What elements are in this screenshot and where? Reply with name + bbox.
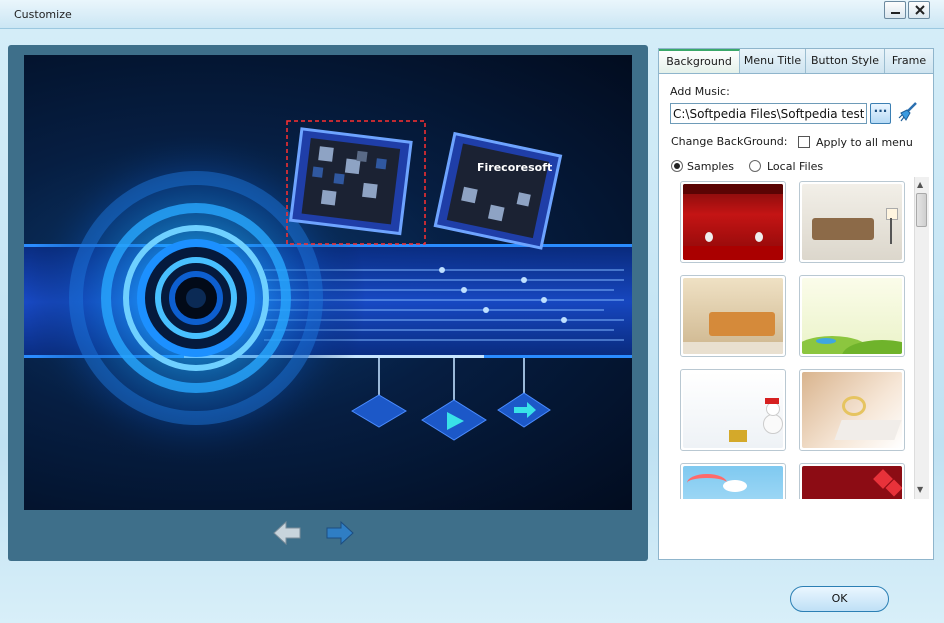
preview-artwork bbox=[24, 120, 632, 468]
close-button[interactable] bbox=[908, 1, 930, 19]
thumbnail-beige-sofa-room[interactable] bbox=[799, 181, 905, 263]
thumbnail-snowman-gifts[interactable] bbox=[680, 369, 786, 451]
thumbnail-red-curtain-stage[interactable] bbox=[680, 181, 786, 263]
tab-menu-title[interactable]: Menu Title bbox=[740, 49, 806, 73]
thumbnail-scrollbar[interactable]: ▲ ▼ bbox=[914, 177, 929, 499]
tab-background[interactable]: Background bbox=[659, 49, 740, 73]
menu-preview: Firecoresoft bbox=[24, 55, 632, 510]
scroll-up-icon[interactable]: ▲ bbox=[917, 180, 923, 189]
thumbnail-orange-sofa-room[interactable] bbox=[680, 275, 786, 357]
change-background-label: Change BackGround: bbox=[671, 135, 788, 148]
background-thumbnail-grid bbox=[668, 177, 913, 499]
ok-button[interactable]: OK bbox=[790, 586, 889, 612]
scroll-down-icon[interactable]: ▼ bbox=[917, 485, 923, 494]
local-files-radio[interactable] bbox=[749, 160, 761, 172]
browse-music-button[interactable]: ··· bbox=[870, 103, 891, 124]
close-icon bbox=[915, 5, 925, 15]
title-bar: Customize bbox=[0, 0, 944, 29]
clear-music-button[interactable] bbox=[897, 101, 919, 123]
settings-panel: Background Menu Title Button Style Frame… bbox=[658, 48, 934, 560]
arrow-left-icon bbox=[273, 520, 301, 546]
samples-radio[interactable] bbox=[671, 160, 683, 172]
thumbnail-red-hearts[interactable] bbox=[799, 463, 905, 499]
music-path-input[interactable] bbox=[670, 103, 867, 124]
tab-bar: Background Menu Title Button Style Frame bbox=[659, 49, 933, 74]
apply-all-checkbox[interactable] bbox=[798, 136, 810, 148]
tab-frame[interactable]: Frame bbox=[885, 49, 933, 73]
minimize-icon bbox=[891, 12, 900, 14]
apply-all-label: Apply to all menu bbox=[816, 136, 913, 149]
local-files-label: Local Files bbox=[767, 160, 824, 173]
thumbnail-rainbow-cartoon[interactable] bbox=[680, 463, 786, 499]
broom-icon bbox=[898, 102, 917, 122]
samples-label: Samples bbox=[687, 160, 734, 173]
previous-page-button[interactable] bbox=[272, 520, 302, 549]
arrow-right-icon bbox=[326, 520, 354, 546]
thumbnail-green-hills-cartoon[interactable] bbox=[799, 275, 905, 357]
thumbnail-wedding-rings[interactable] bbox=[799, 369, 905, 451]
tab-button-style[interactable]: Button Style bbox=[806, 49, 885, 73]
scroll-thumb[interactable] bbox=[916, 193, 927, 227]
next-page-button[interactable] bbox=[325, 520, 355, 549]
minimize-button[interactable] bbox=[884, 1, 906, 19]
watermark-brand: Firecoresoft bbox=[477, 161, 553, 174]
add-music-label: Add Music: bbox=[670, 85, 730, 98]
window-title: Customize bbox=[14, 8, 72, 21]
